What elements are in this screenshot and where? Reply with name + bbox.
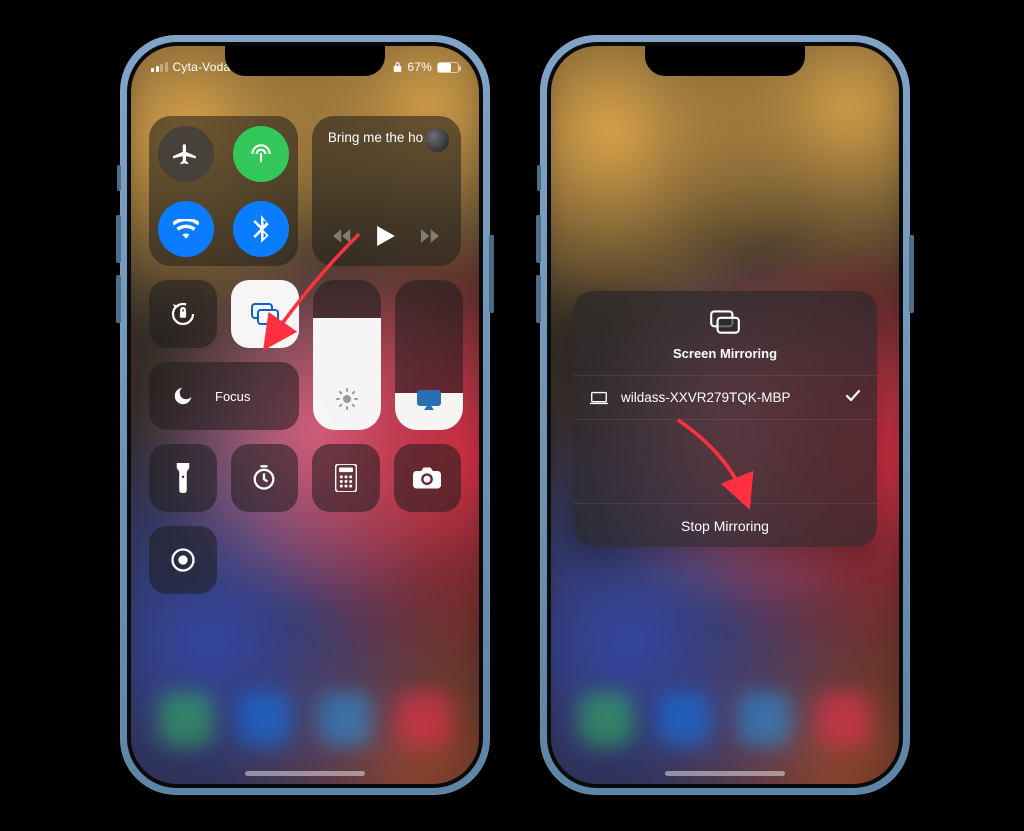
wifi-button[interactable] xyxy=(158,201,214,257)
iphone-right: Screen Mirroring wildass-XXVR279TQK-MBP xyxy=(540,35,910,795)
mirroring-device-row[interactable]: wildass-XXVR279TQK-MBP xyxy=(573,375,877,419)
signal-strength-icon xyxy=(151,62,168,72)
carrier-name: Cyta-Voda xyxy=(173,60,231,74)
focus-tile[interactable]: Focus xyxy=(149,362,299,430)
volume-up-button[interactable] xyxy=(116,215,121,263)
screen-mirroring-icon xyxy=(249,301,281,327)
cellular-data-icon xyxy=(248,141,274,167)
timer-icon xyxy=(250,464,278,492)
volume-up-button[interactable] xyxy=(536,215,541,263)
stop-mirroring-button[interactable]: Stop Mirroring xyxy=(573,503,877,547)
screen-mirroring-icon xyxy=(573,309,877,340)
notch xyxy=(225,46,385,76)
connectivity-tile[interactable] xyxy=(149,116,298,266)
do-not-disturb-icon xyxy=(163,376,203,416)
screen-record-icon xyxy=(169,546,197,574)
cellular-data-button[interactable] xyxy=(233,126,289,182)
home-indicator[interactable] xyxy=(665,771,785,776)
camera-icon xyxy=(413,467,441,489)
camera-button[interactable] xyxy=(394,444,462,512)
screen-mirroring-button[interactable] xyxy=(231,280,299,348)
dock-blur xyxy=(579,692,871,762)
lock-icon xyxy=(393,61,402,73)
calculator-icon xyxy=(335,464,357,492)
bluetooth-icon xyxy=(251,215,271,243)
side-power-button[interactable] xyxy=(909,235,914,313)
laptop-icon xyxy=(589,391,609,405)
flashlight-icon xyxy=(174,463,192,493)
volume-slider[interactable] xyxy=(395,280,463,430)
focus-label: Focus xyxy=(215,389,250,404)
volume-down-button[interactable] xyxy=(536,275,541,323)
volume-down-button[interactable] xyxy=(116,275,121,323)
brightness-slider[interactable] xyxy=(313,280,381,430)
side-power-button[interactable] xyxy=(489,235,494,313)
battery-icon xyxy=(437,62,459,73)
media-controls-tile[interactable]: Bring me the ho… xyxy=(312,116,461,266)
home-indicator[interactable] xyxy=(245,771,365,776)
checkmark-icon xyxy=(845,389,861,406)
notch xyxy=(645,46,805,76)
screen-mirroring-title: Screen Mirroring xyxy=(573,346,877,361)
screen-mirroring-panel: Screen Mirroring wildass-XXVR279TQK-MBP xyxy=(573,291,877,547)
bluetooth-button[interactable] xyxy=(233,201,289,257)
wifi-icon xyxy=(173,219,199,239)
now-playing-title: Bring me the ho… xyxy=(328,130,437,145)
stop-mirroring-label: Stop Mirroring xyxy=(681,518,769,534)
iphone-left: Cyta-Voda 67% xyxy=(120,35,490,795)
media-app-icon xyxy=(425,128,449,152)
airplane-icon xyxy=(173,141,199,167)
rotation-lock-button[interactable] xyxy=(149,280,217,348)
airplay-icon xyxy=(416,389,442,416)
calculator-button[interactable] xyxy=(312,444,380,512)
brightness-icon xyxy=(335,387,359,416)
battery-percentage: 67% xyxy=(407,60,432,74)
screen-record-button[interactable] xyxy=(149,526,217,594)
mute-switch[interactable] xyxy=(117,165,121,191)
play-icon[interactable] xyxy=(377,226,395,246)
mute-switch[interactable] xyxy=(537,165,541,191)
sheet-spacer xyxy=(573,419,877,503)
next-track-icon[interactable] xyxy=(421,229,439,243)
airplane-mode-button[interactable] xyxy=(158,126,214,182)
two-phone-illustration: Cyta-Voda 67% xyxy=(0,0,1024,831)
timer-button[interactable] xyxy=(231,444,299,512)
control-center: Bring me the ho… xyxy=(131,46,479,784)
phone-screen: Screen Mirroring wildass-XXVR279TQK-MBP xyxy=(551,46,899,784)
flashlight-button[interactable] xyxy=(149,444,217,512)
mirroring-device-name: wildass-XXVR279TQK-MBP xyxy=(621,390,791,405)
phone-screen: Cyta-Voda 67% xyxy=(131,46,479,784)
rotation-lock-icon xyxy=(168,299,198,329)
previous-track-icon[interactable] xyxy=(333,229,351,243)
